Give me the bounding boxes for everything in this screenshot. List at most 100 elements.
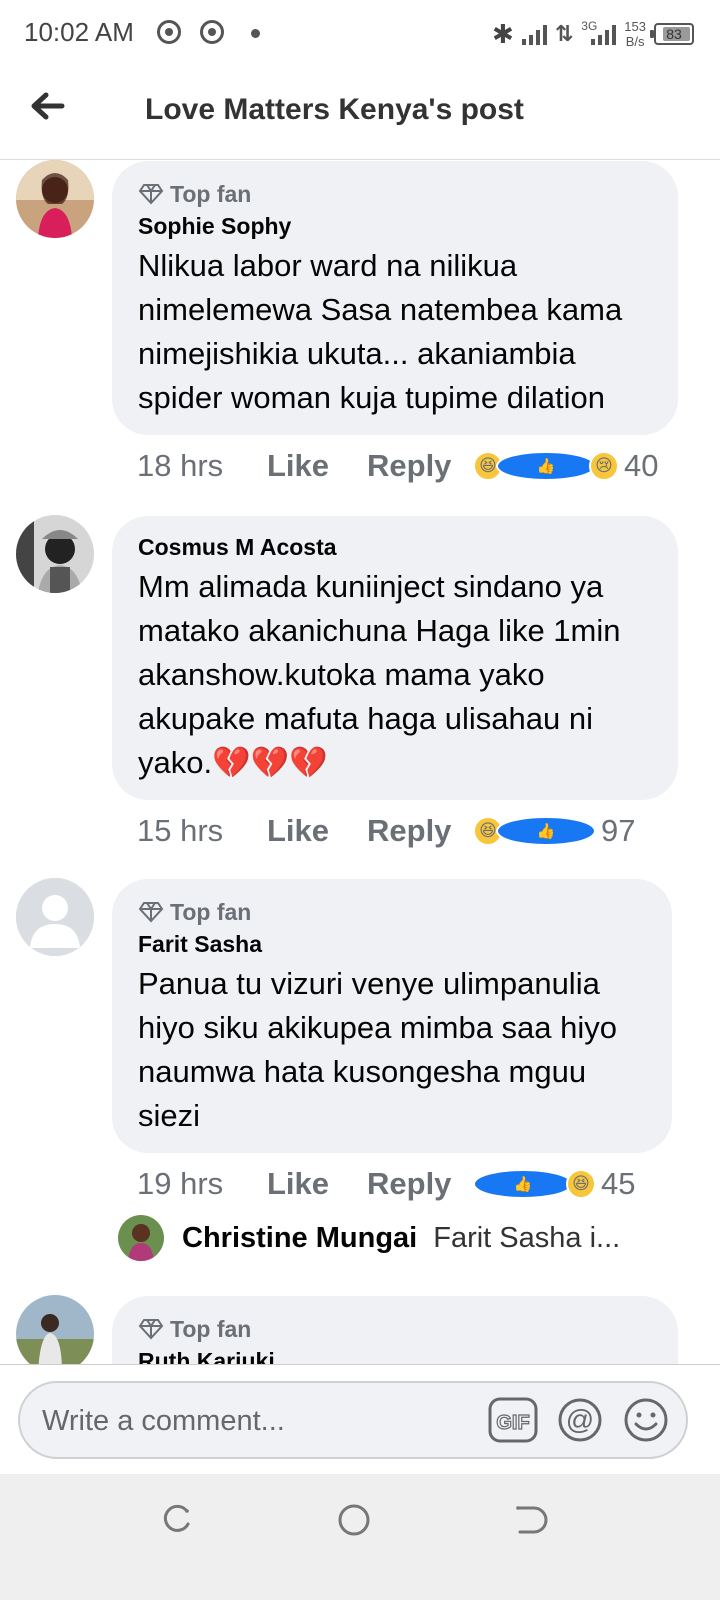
comment-text: Panua tu vizuri venye ulimpanulia hiyo s… [138,962,646,1138]
emoji-icon [624,1398,668,1442]
avatar[interactable] [16,515,94,593]
arrow-left-icon [31,92,65,120]
home-icon [338,1504,370,1536]
top-fan-label: Top fan [170,180,252,207]
avatar-image [118,1215,164,1261]
top-fan-label: Top fan [170,1315,252,1342]
network-type: 3G [581,19,598,33]
notification-dot-icon [251,29,260,38]
comment-line: hiyo siku akikupea mimba saa hiyo [138,1010,618,1045]
comment-line: nimelemewa Sasa natembea kama [138,292,623,327]
system-nav-bar [0,1474,720,1600]
like-button[interactable]: Like [267,813,367,849]
comment-line: Mm alimada kuniinject sindano ya [138,569,604,604]
reaction-count: 97 [601,813,636,848]
avatar-image [16,1295,94,1373]
mention-icon: @ [558,1398,602,1442]
home-button[interactable] [336,1502,372,1538]
avatar-image [16,515,94,593]
comment-time: 19 hrs [137,1166,224,1201]
comment-placeholder: Write a comment... [42,1405,285,1437]
reply-snippet: Farit Sasha i... [433,1221,621,1254]
battery-icon: 83 [650,23,694,45]
top-fan-badge: Top fan [138,1314,652,1344]
reply-button[interactable]: Reply [367,448,473,484]
comment-line: matako akanichuna Haga like 1min [138,613,621,648]
comment-text: Nlikua labor ward na nilikua nimelemewa … [138,244,652,420]
back-nav-button[interactable] [512,1502,548,1538]
comment-line: Nlikua labor ward na nilikua [138,248,518,283]
recent-apps-button[interactable] [158,1502,194,1538]
mention-button[interactable]: @ [557,1397,603,1443]
reply-button[interactable]: Reply [367,813,473,849]
reaction-count: 45 [601,1166,636,1201]
comment-line: yako.💔💔💔 [138,741,652,785]
avatar[interactable] [16,160,94,238]
comment-line-text: yako. [138,745,213,780]
comment-meta: 18 hrs Like Reply 😆 👍 😢 40 [137,448,668,484]
comment-line: naumwa hata kusongesha mguu [138,1054,587,1089]
status-bar: 10:02 AM ✱ ⇅ 3G 153 B/s 83 [0,0,720,66]
comment-author[interactable]: Sophie Sophy [138,213,652,240]
page-title: Love Matters Kenya's post [145,93,524,126]
comment-line: akupake mafuta haga ulisahau ni [138,701,593,736]
post-header: Love Matters Kenya's post [0,66,720,160]
like-reaction-icon: 👍 [473,1169,573,1199]
comment-time: 15 hrs [137,813,224,848]
sad-reaction-icon: 😢 [589,451,619,481]
top-fan-badge: Top fan [138,897,646,927]
comment-line: akanshow.kutoka mama yako [138,657,545,692]
comment-author[interactable]: Cosmus M Acosta [138,534,652,561]
top-fan-badge: Top fan [138,179,652,209]
data-arrows-icon: ⇅ [554,21,574,46]
comment-text: Mm alimada kuniinject sindano ya matako … [138,565,652,785]
bluetooth-icon: ✱ [492,18,514,49]
haha-reaction-icon: 😆 [566,1169,596,1199]
comment-meta: 19 hrs Like Reply 👍 😆 45 [137,1166,645,1202]
back-nav-icon [516,1506,548,1534]
reply-button[interactable]: Reply [367,1166,473,1202]
diamond-icon [138,902,164,923]
comment-bubble[interactable]: Cosmus M Acosta Mm alimada kuniinject si… [112,516,678,800]
like-reaction-icon: 👍 [496,816,596,846]
reply-author[interactable]: Christine Mungai [182,1222,417,1255]
comment-line: spider woman kuja tupime dilation [138,380,605,415]
recent-apps-icon [163,1504,190,1532]
like-button[interactable]: Like [267,1166,367,1202]
emoji-button[interactable] [623,1397,669,1443]
avatar-image [16,160,94,238]
svg-text:GIF: GIF [496,1412,529,1434]
gif-icon: GIF [488,1397,538,1443]
network-speed: 153 B/s [624,19,646,49]
comment-composer: Write a comment... GIF @ [0,1364,720,1476]
comment-line: Panua tu vizuri venye ulimpanulia [138,966,600,1001]
comment-list[interactable]: Top fan Sophie Sophy Nlikua labor ward n… [0,160,720,1392]
comment-bubble[interactable]: Top fan Farit Sasha Panua tu vizuri veny… [112,879,672,1153]
diamond-icon [138,184,164,205]
comment-bubble[interactable]: Top fan Sophie Sophy Nlikua labor ward n… [112,161,678,435]
avatar[interactable] [118,1215,164,1261]
reactions-summary[interactable]: 😆 👍 😢 40 [473,448,658,484]
comment-time: 18 hrs [137,448,224,483]
speed-unit: B/s [625,34,645,49]
speed-value: 153 [624,19,646,34]
reactions-summary[interactable]: 👍 😆 45 [473,1166,635,1202]
status-indicators: ✱ ⇅ 3G 153 B/s 83 [492,14,694,54]
comment-author[interactable]: Farit Sasha [138,931,646,958]
chrome-icon [200,20,224,44]
broken-heart-emoji: 💔💔💔 [212,745,328,780]
back-button[interactable] [26,86,70,130]
reactions-summary[interactable]: 😆 👍 97 [473,813,635,849]
comment-meta: 15 hrs Like Reply 😆 👍 97 [137,813,645,849]
battery-level: 83 [666,26,682,42]
like-button[interactable]: Like [267,448,367,484]
comment-input[interactable]: Write a comment... GIF @ [18,1381,688,1459]
diamond-icon [138,1319,164,1340]
gif-button[interactable]: GIF [488,1397,538,1443]
avatar[interactable] [16,878,94,956]
signal-icon [521,23,547,45]
reply-preview[interactable]: Christine Mungai Farit Sasha i... [118,1213,620,1263]
status-time: 10:02 AM [24,17,134,47]
svg-text:@: @ [566,1404,594,1435]
avatar[interactable] [16,1295,94,1373]
